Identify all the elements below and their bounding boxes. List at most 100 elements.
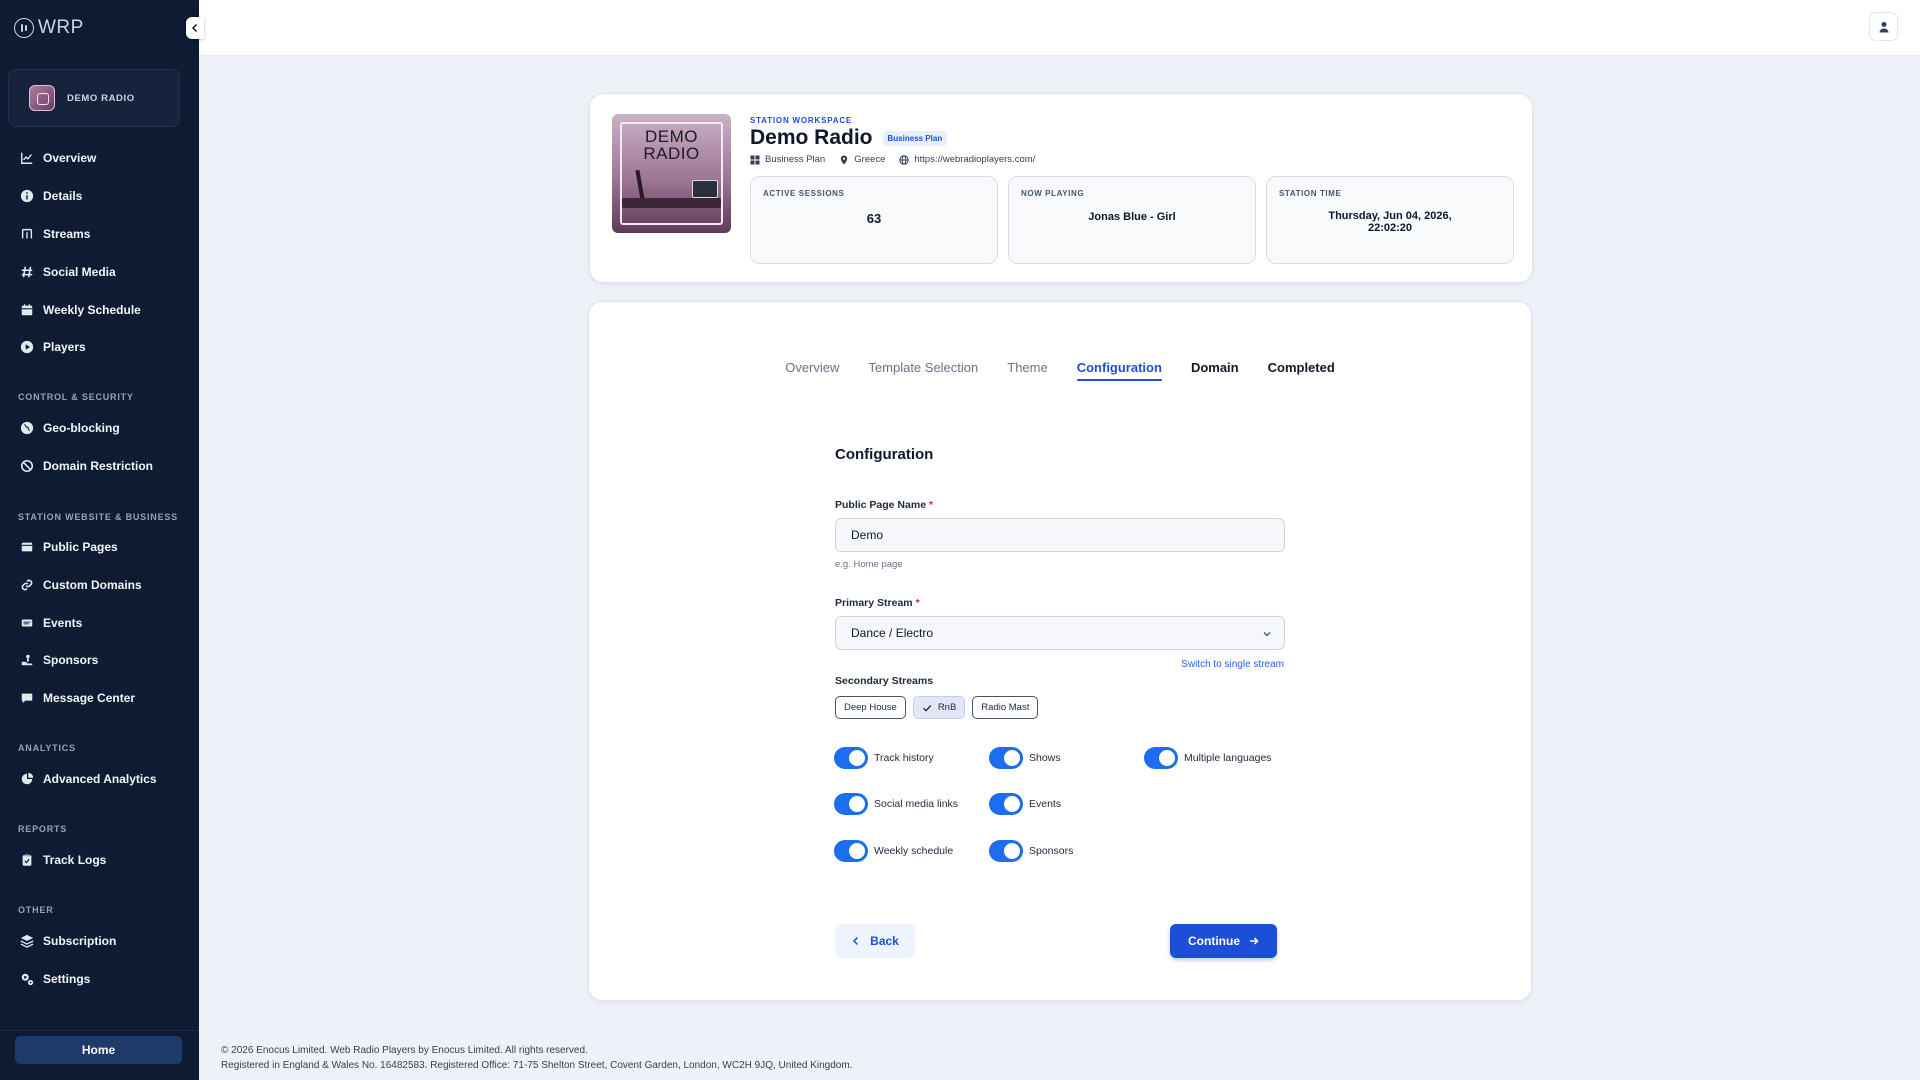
toggle-switch[interactable]	[835, 841, 867, 861]
sidebar-item-overview[interactable]: Overview	[20, 148, 96, 168]
stat-value: Jonas Blue - Girl	[1088, 211, 1176, 223]
toggle-sponsors[interactable]: Sponsors	[990, 841, 1073, 861]
grid-icon	[750, 155, 760, 164]
message-icon	[21, 693, 33, 704]
label-text: Primary Stream	[835, 597, 913, 609]
sidebar-item-message-center[interactable]: Message Center	[20, 688, 135, 708]
meta-country: Greece	[839, 154, 885, 165]
primary-stream-label: Primary Stream *	[835, 597, 920, 609]
antenna-icon	[21, 228, 33, 239]
toggle-switch[interactable]	[990, 841, 1022, 861]
section-heading-analytics: ANALYTICS	[18, 743, 76, 753]
sidebar-item-settings[interactable]: Settings	[20, 969, 90, 989]
stat-label: NOW PLAYING	[1021, 189, 1085, 198]
stat-station-time: STATION TIME Thursday, Jun 04, 2026, 22:…	[1266, 176, 1514, 264]
toggle-switch[interactable]	[835, 748, 867, 768]
sidebar-item-weekly-schedule[interactable]: Weekly Schedule	[20, 300, 141, 320]
toggle-social-media-links[interactable]: Social media links	[835, 794, 958, 814]
tab-configuration[interactable]: Configuration	[1076, 360, 1163, 381]
sidebar-item-custom-domains[interactable]: Custom Domains	[20, 575, 142, 595]
cover-title: DEMO RADIO	[643, 127, 700, 163]
sidebar-item-social-media[interactable]: Social Media	[20, 262, 116, 282]
stat-active-sessions: ACTIVE SESSIONS 63	[750, 176, 998, 264]
calendar-icon	[21, 304, 33, 316]
sidebar-item-streams[interactable]: Streams	[20, 224, 90, 244]
top-bar	[199, 0, 1920, 56]
toggle-shows[interactable]: Shows	[990, 748, 1061, 768]
meta-url[interactable]: https://webradioplayers.com/	[899, 154, 1035, 165]
stat-value: 63	[866, 211, 882, 226]
toggle-switch[interactable]	[835, 794, 867, 814]
page-icon	[21, 542, 33, 552]
footer-copyright: © 2026 Enocus Limited. Web Radio Players…	[221, 1045, 588, 1056]
plan-badge: Business Plan	[882, 130, 948, 146]
gears-icon	[21, 973, 34, 986]
play-icon	[20, 340, 34, 354]
sidebar-item-subscription[interactable]: Subscription	[20, 931, 116, 951]
sidebar-item-track-logs[interactable]: Track Logs	[20, 850, 106, 870]
meta-url-text: https://webradioplayers.com/	[914, 154, 1036, 165]
toggle-label: Track history	[874, 752, 934, 764]
continue-label: Continue	[1188, 934, 1240, 948]
app-logo[interactable]: WRP	[14, 16, 84, 40]
chevron-down-icon	[1263, 632, 1271, 637]
page-footer: © 2026 Enocus Limited. Web Radio Players…	[221, 1043, 852, 1073]
sidebar-item-sponsors[interactable]: Sponsors	[20, 650, 98, 670]
section-heading-reports: REPORTS	[18, 824, 68, 834]
station-meta: Business Plan Greece https://webradiopla…	[750, 154, 1035, 165]
sidebar-item-details[interactable]: Details	[20, 186, 82, 206]
link-icon	[21, 579, 33, 591]
info-icon	[20, 189, 34, 203]
chevron-left-icon	[191, 23, 198, 33]
sidebar-item-label: Sponsors	[43, 653, 99, 667]
toggle-switch[interactable]	[990, 748, 1022, 768]
meta-country-text: Greece	[854, 154, 886, 165]
sidebar-item-label: Weekly Schedule	[43, 303, 141, 317]
meta-plan: Business Plan	[750, 154, 825, 165]
continue-button[interactable]: Continue	[1170, 924, 1277, 958]
globe-icon	[20, 421, 34, 435]
hand-icon	[21, 654, 33, 666]
toggle-events[interactable]: Events	[990, 794, 1061, 814]
sidebar-item-geo-blocking[interactable]: Geo-blocking	[20, 418, 120, 438]
stream-chip-deep-house[interactable]: Deep House	[835, 696, 906, 719]
sidebar-item-public-pages[interactable]: Public Pages	[20, 537, 118, 557]
toggle-multiple-languages[interactable]: Multiple languages	[1145, 748, 1272, 768]
switch-single-stream-link[interactable]: Switch to single stream	[1181, 659, 1284, 670]
toggle-weekly-schedule[interactable]: Weekly schedule	[835, 841, 953, 861]
stream-chip-rnb[interactable]: RnB	[912, 696, 966, 719]
tab-overview[interactable]: Overview	[785, 360, 839, 381]
collapse-sidebar-button[interactable]	[186, 17, 204, 39]
back-button[interactable]: Back	[835, 924, 915, 958]
sidebar-item-label: Players	[43, 340, 86, 354]
home-button[interactable]: Home	[15, 1036, 182, 1064]
stat-value-line2: 22:02:20	[1367, 222, 1413, 234]
cover-screen	[692, 180, 718, 198]
chip-label: RnB	[937, 702, 957, 713]
toggle-switch[interactable]	[990, 794, 1022, 814]
toggle-switch[interactable]	[1145, 748, 1177, 768]
toggle-track-history[interactable]: Track history	[835, 748, 934, 768]
public-page-name-input[interactable]: Demo	[835, 518, 1285, 552]
sidebar-item-advanced-analytics[interactable]: Advanced Analytics	[20, 769, 157, 789]
tab-template-selection[interactable]: Template Selection	[868, 360, 978, 381]
tab-theme[interactable]: Theme	[1007, 360, 1047, 381]
public-page-name-label: Public Page Name *	[835, 499, 933, 511]
sidebar-item-label: Details	[43, 189, 83, 203]
tab-domain[interactable]: Domain	[1191, 360, 1239, 381]
wizard-tabs: Overview Template Selection Theme Config…	[589, 360, 1531, 381]
sidebar-item-events[interactable]: Events	[20, 613, 82, 633]
layers-icon	[20, 934, 34, 948]
stat-label: STATION TIME	[1279, 189, 1342, 198]
station-switcher[interactable]: DEMO RADIO	[8, 69, 180, 127]
clipboard-icon	[22, 854, 32, 866]
sidebar-item-players[interactable]: Players	[20, 337, 86, 357]
stream-chip-radio-mast[interactable]: Radio Mast	[972, 696, 1039, 719]
sidebar-item-domain-restriction[interactable]: Domain Restriction	[20, 456, 153, 476]
user-menu-button[interactable]	[1869, 12, 1898, 41]
sidebar-item-label: Settings	[43, 972, 91, 986]
toggle-label: Events	[1029, 798, 1062, 810]
primary-stream-select[interactable]: Dance / Electro	[835, 616, 1285, 650]
toggle-label: Multiple languages	[1184, 752, 1272, 764]
tab-completed[interactable]: Completed	[1268, 360, 1335, 381]
